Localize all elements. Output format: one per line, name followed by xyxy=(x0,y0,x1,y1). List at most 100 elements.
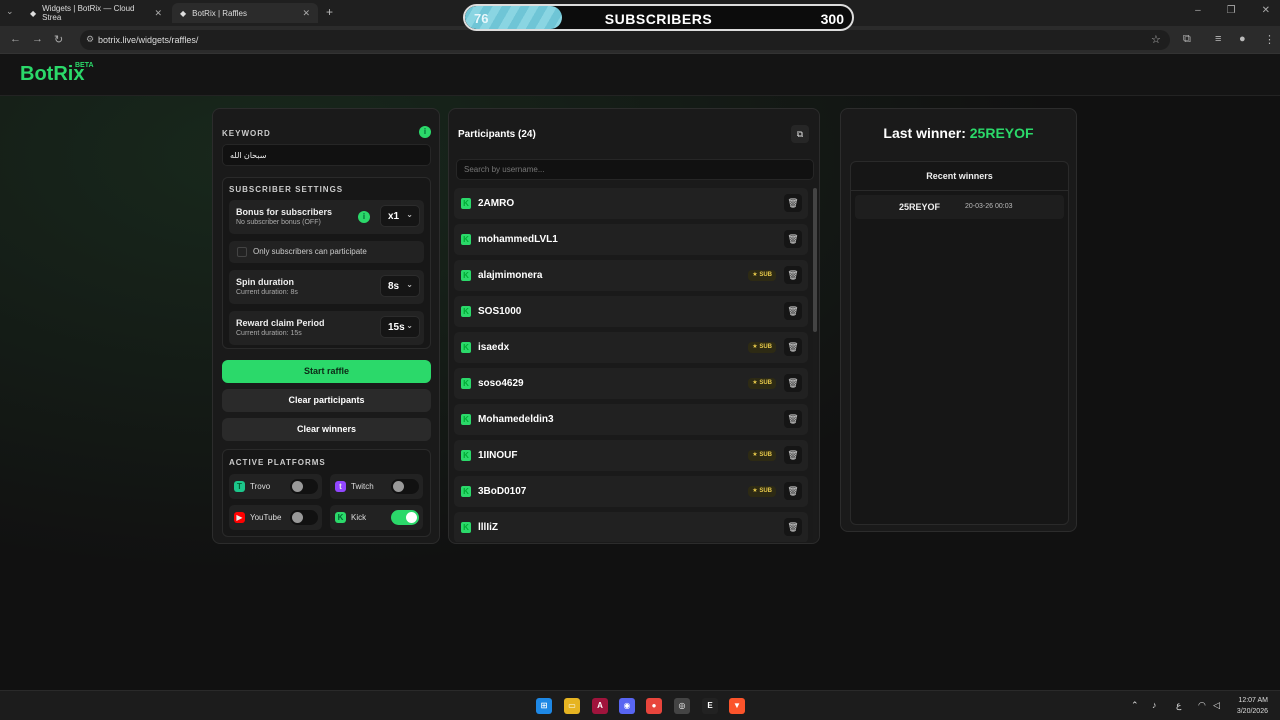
delete-participant-icon[interactable]: 🗑 xyxy=(784,230,802,248)
tab-raffles[interactable]: ◆ BotRix | Raffles ✕ xyxy=(172,3,318,23)
keyword-info-icon[interactable]: i xyxy=(419,126,431,138)
clear-participants-button[interactable]: Clear participants xyxy=(222,389,431,412)
menu-icon[interactable]: ⋮ xyxy=(1264,33,1275,46)
window-controls: – ❐ ✕ xyxy=(1195,5,1270,16)
scrollbar-thumb[interactable] xyxy=(813,188,817,332)
sub-badge: ★ SUB xyxy=(748,270,776,281)
url-text: botrix.live/widgets/raffles/ xyxy=(98,35,199,45)
keyword-input[interactable]: سبحان الله xyxy=(222,144,431,166)
delete-participant-icon[interactable]: 🗑 xyxy=(784,374,802,392)
only-subs-checkbox[interactable] xyxy=(237,247,247,257)
participant-search-input[interactable]: Search by username... xyxy=(456,159,814,180)
microphone-icon[interactable]: ♪ xyxy=(1152,700,1157,710)
clear-winners-button[interactable]: Clear winners xyxy=(222,418,431,441)
platform-youtube: ▶ YouTube xyxy=(229,505,322,530)
close-window-icon[interactable]: ✕ xyxy=(1262,5,1270,16)
participant-row: K Mohamedeldin3 🗑 xyxy=(454,404,808,435)
participant-row: K SOS1000 🗑 xyxy=(454,296,808,327)
discord-icon[interactable]: ◉ xyxy=(619,698,635,714)
bonus-info-icon[interactable]: i xyxy=(358,211,370,223)
wifi-icon[interactable]: ◠ xyxy=(1198,700,1206,711)
platform-name: YouTube xyxy=(250,513,282,522)
participant-row: K 3BoD0107 ★ SUB 🗑 xyxy=(454,476,808,507)
bookmark-star-icon[interactable]: ☆ xyxy=(1151,33,1161,46)
spin-duration-subtitle: Current duration: 8s xyxy=(236,289,298,296)
kick-toggle[interactable] xyxy=(391,510,419,525)
system-clock[interactable]: 12:07 AM 3/20/2026 xyxy=(1237,695,1268,717)
delete-participant-icon[interactable]: 🗑 xyxy=(784,518,802,536)
participant-row: K 1IINOUF ★ SUB 🗑 xyxy=(454,440,808,471)
tray-chevron-up-icon[interactable]: ⌃ xyxy=(1131,700,1139,711)
delete-participant-icon[interactable]: 🗑 xyxy=(784,266,802,284)
trovo-toggle[interactable] xyxy=(290,479,318,494)
kick-icon: K xyxy=(461,450,471,461)
epic-games-icon[interactable]: E xyxy=(702,698,718,714)
kick-icon: K xyxy=(461,522,471,533)
youtube-toggle[interactable] xyxy=(290,510,318,525)
reward-period-setting: Reward claim Period Current duration: 15… xyxy=(229,311,424,345)
file-explorer-icon[interactable]: ▭ xyxy=(564,698,580,714)
tab-widgets[interactable]: ◆ Widgets | BotRix — Cloud Strea ✕ xyxy=(22,3,170,23)
participant-row: KlllIiZ 🗑 xyxy=(454,512,808,542)
copy-icon[interactable]: ⧉ xyxy=(791,125,809,143)
kick-icon: K xyxy=(461,378,471,389)
bonus-title: Bonus for subscribers xyxy=(236,207,333,217)
participant-row: Kisaedx ★ SUB 🗑 xyxy=(454,332,808,363)
platform-kick: K Kick xyxy=(330,505,423,530)
delete-participant-icon[interactable]: 🗑 xyxy=(784,446,802,464)
volume-icon[interactable]: ◁ xyxy=(1213,700,1220,711)
participant-name: soso4629 xyxy=(478,378,524,389)
platform-name: Twitch xyxy=(351,482,374,491)
bonus-subtitle: No subscriber bonus (OFF) xyxy=(236,219,321,226)
spin-duration-select[interactable]: 8s ⌄ xyxy=(380,275,420,297)
media-icon[interactable]: ≡ xyxy=(1215,33,1221,45)
twitch-toggle[interactable] xyxy=(391,479,419,494)
recent-winner-time: 20-03-26 00:03 xyxy=(965,203,1013,210)
participant-scrollbar[interactable] xyxy=(813,188,817,540)
url-field[interactable]: ⚙ botrix.live/widgets/raffles/ xyxy=(80,30,1170,50)
active-platforms-title: ACTIVE PLATFORMS xyxy=(229,458,326,467)
reload-icon[interactable]: ↻ xyxy=(54,33,63,46)
close-tab-icon[interactable]: ✕ xyxy=(302,8,310,19)
only-subs-label: Only subscribers can participate xyxy=(253,247,367,256)
participant-name: 2AMRO xyxy=(478,198,515,209)
sub-badge: ★ SUB xyxy=(748,378,776,389)
kick-icon: K xyxy=(461,486,471,497)
site-info-icon[interactable]: ⚙ xyxy=(86,34,94,45)
platform-twitch: t Twitch xyxy=(330,474,423,499)
reward-period-select[interactable]: 15s ⌄ xyxy=(380,316,420,338)
divider xyxy=(851,190,1068,191)
winner-panel: Last winner: 25REYOF Recent winners 25RE… xyxy=(840,108,1077,532)
delete-participant-icon[interactable]: 🗑 xyxy=(784,194,802,212)
app-a-icon[interactable]: A xyxy=(592,698,608,714)
forward-icon[interactable]: → xyxy=(32,33,43,45)
delete-participant-icon[interactable]: 🗑 xyxy=(784,338,802,356)
obs-icon[interactable]: ◎ xyxy=(674,698,690,714)
close-tab-icon[interactable]: ✕ xyxy=(154,8,162,19)
tab-favicon-icon: ◆ xyxy=(180,8,187,18)
subscriber-goal-label: SUBSCRIBERS xyxy=(604,11,713,27)
tab-list-chevron-icon[interactable]: ⌄ xyxy=(6,6,14,17)
chevron-down-icon: ⌄ xyxy=(406,210,413,219)
delete-participant-icon[interactable]: 🗑 xyxy=(784,410,802,428)
kick-icon: K xyxy=(461,270,471,281)
back-icon[interactable]: ← xyxy=(10,33,21,45)
brave-icon[interactable]: ▼ xyxy=(729,698,745,714)
bonus-select-value: x1 xyxy=(388,211,400,222)
maximize-icon[interactable]: ❐ xyxy=(1227,5,1236,16)
only-subs-setting[interactable]: Only subscribers can participate xyxy=(229,241,424,263)
new-tab-button[interactable]: + xyxy=(326,5,333,19)
chrome-icon[interactable]: ● xyxy=(646,698,662,714)
raffle-page: KEYWORD i سبحان الله SUBSCRIBER SETTINGS… xyxy=(0,96,1280,690)
bonus-setting: Bonus for subscribers No subscriber bonu… xyxy=(229,200,424,234)
bonus-select[interactable]: x1 ⌄ xyxy=(380,205,420,227)
delete-participant-icon[interactable]: 🗑 xyxy=(784,302,802,320)
delete-participant-icon[interactable]: 🗑 xyxy=(784,482,802,500)
language-indicator[interactable]: ع xyxy=(1176,700,1181,711)
extensions-icon[interactable]: ⧉ xyxy=(1183,33,1191,46)
start-windows-icon[interactable]: ⊞ xyxy=(536,698,552,714)
platform-name: Kick xyxy=(351,513,367,522)
start-raffle-button[interactable]: Start raffle xyxy=(222,360,431,383)
profile-avatar-icon[interactable]: ● xyxy=(1239,33,1246,45)
minimize-icon[interactable]: – xyxy=(1195,5,1201,16)
